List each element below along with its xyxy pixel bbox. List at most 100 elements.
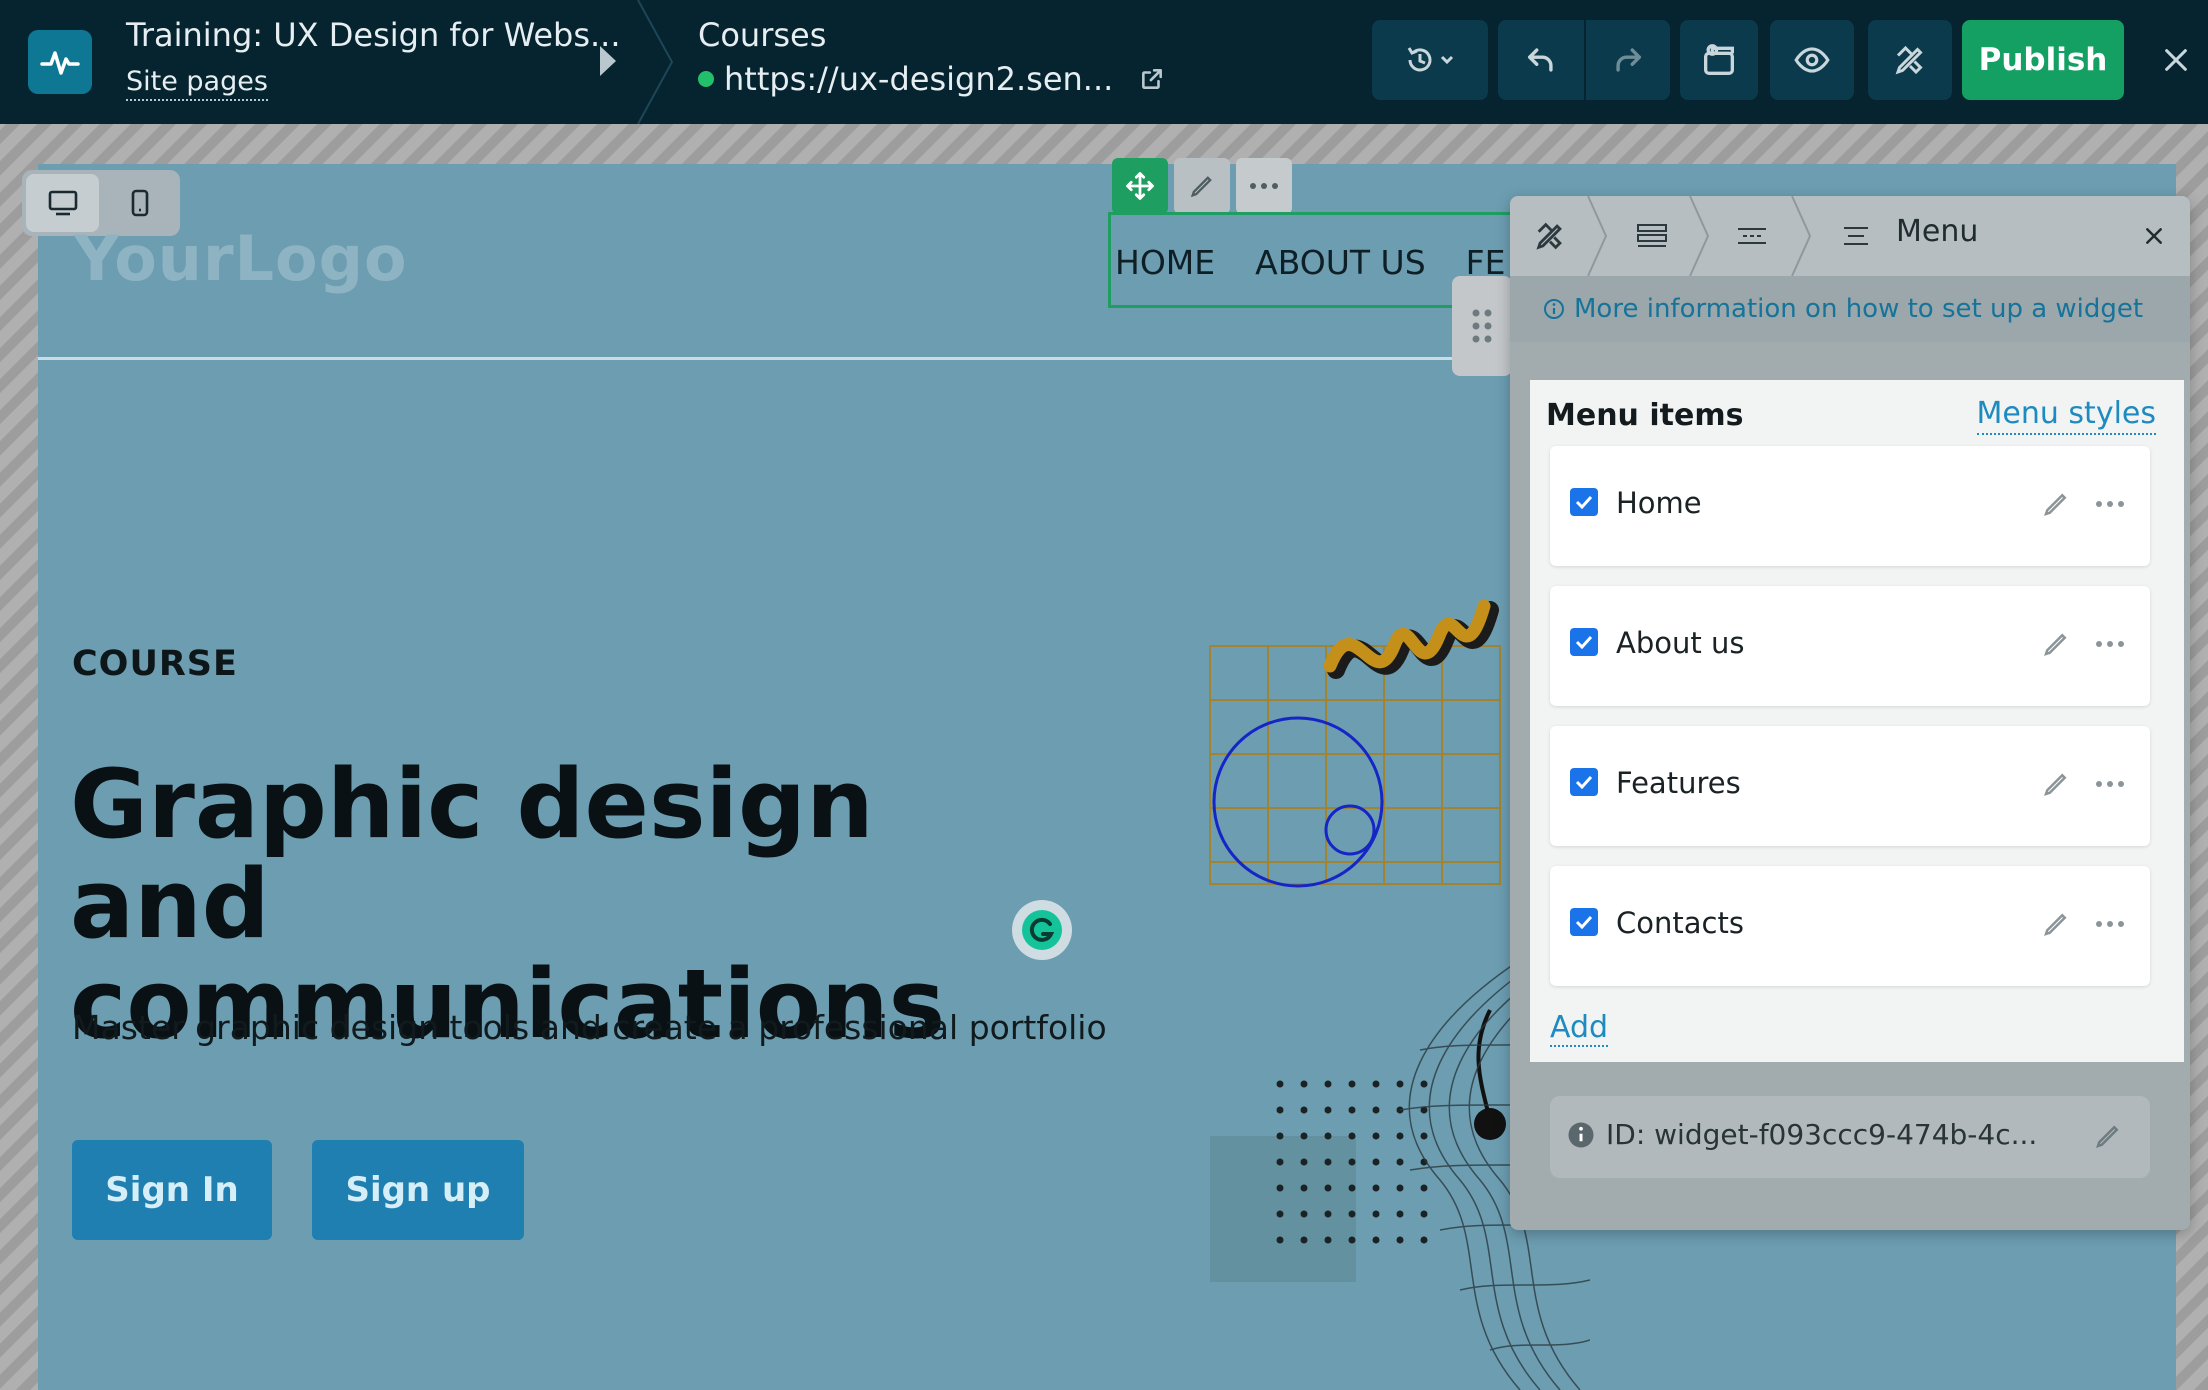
pencil-icon bbox=[2096, 1125, 2119, 1148]
close-editor-button[interactable] bbox=[2154, 38, 2198, 82]
hero-subtitle[interactable]: Master graphic design tools and create a… bbox=[72, 1008, 1107, 1047]
panel-drag-handle[interactable] bbox=[1452, 276, 1512, 376]
external-link-icon[interactable] bbox=[1139, 66, 1165, 92]
menu-item-checkbox[interactable] bbox=[1570, 488, 1598, 516]
course-label[interactable]: COURSE bbox=[72, 644, 238, 684]
drag-dots-icon bbox=[1472, 309, 1492, 343]
widget-id-field: ID: widget-f093ccc9-474b-4c... bbox=[1550, 1096, 2150, 1178]
menu-tab-icon bbox=[1836, 216, 1876, 256]
published-status-dot bbox=[698, 71, 714, 87]
panel-breadcrumb-separator bbox=[1689, 196, 1710, 276]
edit-menu-item-button[interactable] bbox=[2038, 906, 2074, 942]
design-icon bbox=[1536, 222, 1562, 250]
menu-item-contacts[interactable]: Contacts bbox=[1550, 866, 2150, 986]
widget-help-link[interactable]: More information on how to set up a widg… bbox=[1574, 294, 2143, 324]
redo-icon bbox=[1616, 48, 1642, 72]
sign-in-button[interactable]: Sign In bbox=[72, 1140, 272, 1240]
menu-item-home[interactable]: Home bbox=[1550, 446, 2150, 566]
desktop-icon bbox=[48, 190, 77, 216]
menu-item-more-button[interactable] bbox=[2090, 486, 2130, 522]
site-pages-link[interactable]: Site pages bbox=[126, 66, 268, 101]
pencil-icon bbox=[2044, 493, 2067, 516]
menu-item-features[interactable]: Features bbox=[1550, 726, 2150, 846]
preview-icon bbox=[1794, 47, 1830, 73]
history-icon bbox=[1407, 47, 1454, 72]
nav-item-home[interactable]: HOME bbox=[1115, 243, 1215, 282]
checkmark-icon bbox=[1575, 495, 1593, 509]
menu-item-checkbox[interactable] bbox=[1570, 768, 1598, 796]
hero-title-line-1: Graphic design and bbox=[70, 750, 874, 960]
checkmark-icon bbox=[1575, 775, 1593, 789]
design-icon bbox=[1895, 45, 1923, 75]
widget-more-button[interactable] bbox=[1236, 158, 1292, 214]
menu-item-checkbox[interactable] bbox=[1570, 908, 1598, 936]
widget-help-bar[interactable]: More information on how to set up a widg… bbox=[1510, 276, 2190, 342]
menu-items-section: Menu items Menu styles Home About us Fea… bbox=[1530, 380, 2184, 1062]
more-icon bbox=[2096, 501, 2124, 507]
sign-up-button[interactable]: Sign up bbox=[312, 1140, 524, 1240]
menu-item-label: Home bbox=[1616, 486, 1702, 520]
close-icon bbox=[2146, 228, 2162, 244]
section-tab-button[interactable] bbox=[1632, 216, 1672, 256]
edit-widget-button[interactable] bbox=[1174, 158, 1230, 214]
preview-button[interactable] bbox=[1770, 20, 1854, 100]
section-icon bbox=[1637, 224, 1667, 247]
site-logo[interactable]: YourLogo bbox=[74, 222, 408, 295]
undo-icon bbox=[1527, 48, 1553, 72]
move-icon bbox=[1126, 172, 1154, 200]
redo-button[interactable] bbox=[1586, 20, 1670, 100]
page-url-text[interactable]: https://ux-design2.sen... bbox=[724, 60, 1113, 98]
undo-button[interactable] bbox=[1498, 20, 1584, 100]
widget-settings-panel: Menu More information on how to set up a… bbox=[1510, 196, 2190, 1230]
edit-menu-item-button[interactable] bbox=[2038, 486, 2074, 522]
menu-item-more-button[interactable] bbox=[2090, 626, 2130, 662]
history-button[interactable] bbox=[1372, 20, 1488, 100]
menu-styles-link[interactable]: Menu styles bbox=[1976, 396, 2156, 435]
edit-menu-item-button[interactable] bbox=[2038, 626, 2074, 662]
info-icon bbox=[1568, 1122, 1594, 1148]
widget-id-text: ID: widget-f093ccc9-474b-4c... bbox=[1606, 1118, 2038, 1151]
nav-item-about[interactable]: ABOUT US bbox=[1255, 243, 1426, 282]
menu-items-heading: Menu items bbox=[1546, 398, 1744, 433]
current-page-name[interactable]: Courses bbox=[698, 16, 826, 54]
close-icon bbox=[2165, 49, 2187, 71]
panel-header: Menu bbox=[1510, 196, 2190, 276]
site-menu-caret-icon[interactable] bbox=[600, 46, 616, 76]
more-icon bbox=[2096, 921, 2124, 927]
menu-item-label: Features bbox=[1616, 766, 1741, 800]
more-icon bbox=[2096, 641, 2124, 647]
block-icon bbox=[1738, 228, 1766, 244]
edit-menu-item-button[interactable] bbox=[2038, 766, 2074, 802]
breadcrumb-separator bbox=[637, 0, 674, 124]
pencil-icon bbox=[1190, 176, 1212, 198]
design-settings-button[interactable] bbox=[1868, 20, 1952, 100]
more-icon bbox=[2096, 781, 2124, 787]
close-panel-button[interactable] bbox=[2134, 216, 2174, 256]
layers-icon bbox=[1704, 44, 1734, 75]
publish-button[interactable]: Publish bbox=[1962, 20, 2124, 100]
edit-widget-id-button[interactable] bbox=[2090, 1118, 2126, 1154]
move-widget-button[interactable] bbox=[1112, 158, 1168, 214]
menu-lines-icon bbox=[1844, 227, 1868, 245]
app-logo-icon[interactable] bbox=[28, 30, 92, 94]
menu-item-about-us[interactable]: About us bbox=[1550, 586, 2150, 706]
grammarly-icon[interactable] bbox=[1012, 900, 1072, 960]
panel-breadcrumb-separator bbox=[1791, 196, 1812, 276]
pencil-icon bbox=[2044, 633, 2067, 656]
panel-breadcrumb-separator bbox=[1587, 196, 1608, 276]
mobile-icon bbox=[131, 189, 148, 217]
site-title[interactable]: Training: UX Design for Webs... bbox=[126, 16, 621, 54]
menu-item-more-button[interactable] bbox=[2090, 766, 2130, 802]
layers-button[interactable] bbox=[1680, 20, 1758, 100]
menu-item-label: About us bbox=[1616, 626, 1745, 660]
page-url: https://ux-design2.sen... bbox=[698, 60, 1165, 98]
design-tab-button[interactable] bbox=[1530, 216, 1570, 256]
block-tab-button[interactable] bbox=[1732, 216, 1772, 256]
menu-item-label: Contacts bbox=[1616, 906, 1744, 940]
checkmark-icon bbox=[1575, 635, 1593, 649]
info-icon bbox=[1544, 299, 1564, 319]
menu-item-more-button[interactable] bbox=[2090, 906, 2130, 942]
add-menu-item-link[interactable]: Add bbox=[1550, 1010, 1609, 1047]
menu-item-checkbox[interactable] bbox=[1570, 628, 1598, 656]
pencil-icon bbox=[2044, 773, 2067, 796]
